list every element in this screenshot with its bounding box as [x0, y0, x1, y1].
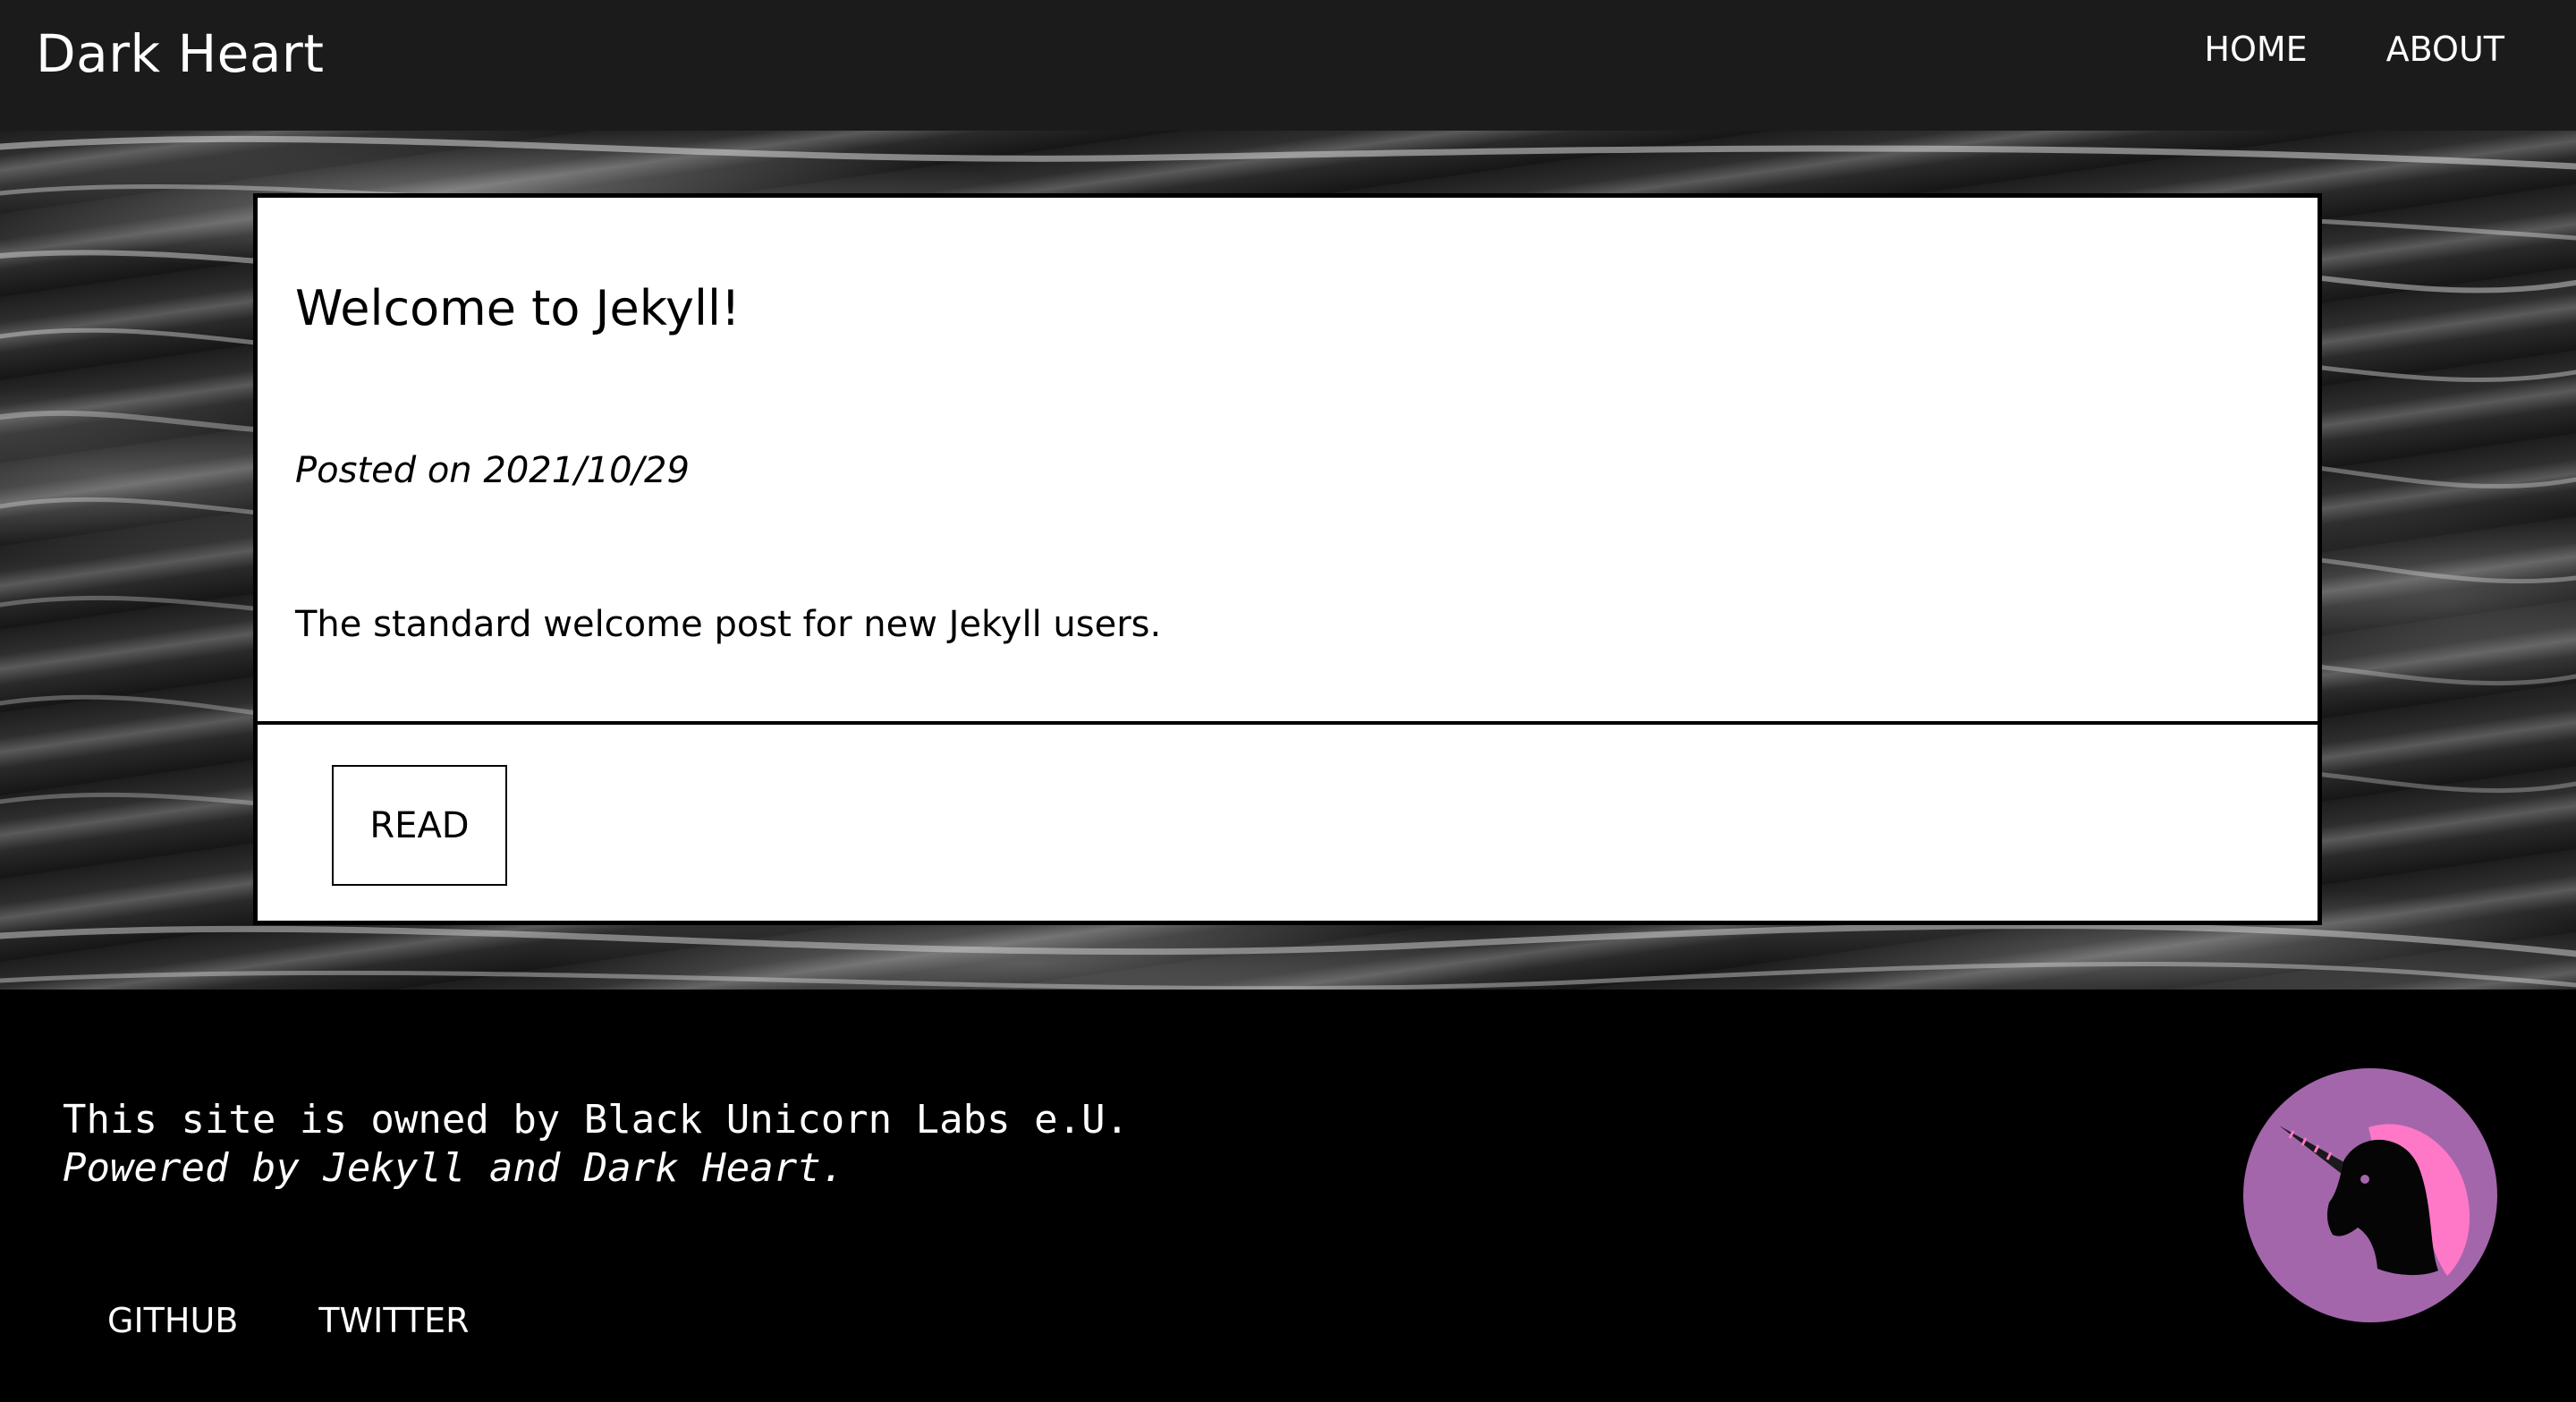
footer-powered-text: Powered by Jekyll and Dark Heart.: [63, 1145, 845, 1191]
nav-home-link[interactable]: HOME: [2204, 27, 2307, 72]
nav-about-link[interactable]: ABOUT: [2386, 27, 2504, 72]
post-card: Welcome to Jekyll! Posted on 2021/10/29 …: [253, 193, 2322, 925]
main-nav: HOME ABOUT: [2204, 27, 2504, 72]
github-link[interactable]: GITHUB: [107, 1301, 238, 1340]
site-footer: This site is owned by Black Unicorn Labs…: [0, 990, 2576, 1402]
site-header: Dark Heart HOME ABOUT: [0, 0, 2576, 131]
read-button[interactable]: READ: [332, 765, 507, 886]
post-title[interactable]: Welcome to Jekyll!: [295, 280, 741, 336]
post-date: Posted on 2021/10/29: [295, 450, 690, 491]
card-divider: [258, 721, 2318, 725]
twitter-link[interactable]: TWITTER: [318, 1301, 469, 1340]
post-excerpt: The standard welcome post for new Jekyll…: [295, 604, 1162, 645]
black-unicorn-logo-icon: [2243, 1068, 2497, 1322]
footer-owner-text: This site is owned by Black Unicorn Labs…: [63, 1097, 1130, 1143]
site-title[interactable]: Dark Heart: [36, 23, 325, 84]
footer-links: GITHUB TWITTER: [107, 1301, 470, 1340]
